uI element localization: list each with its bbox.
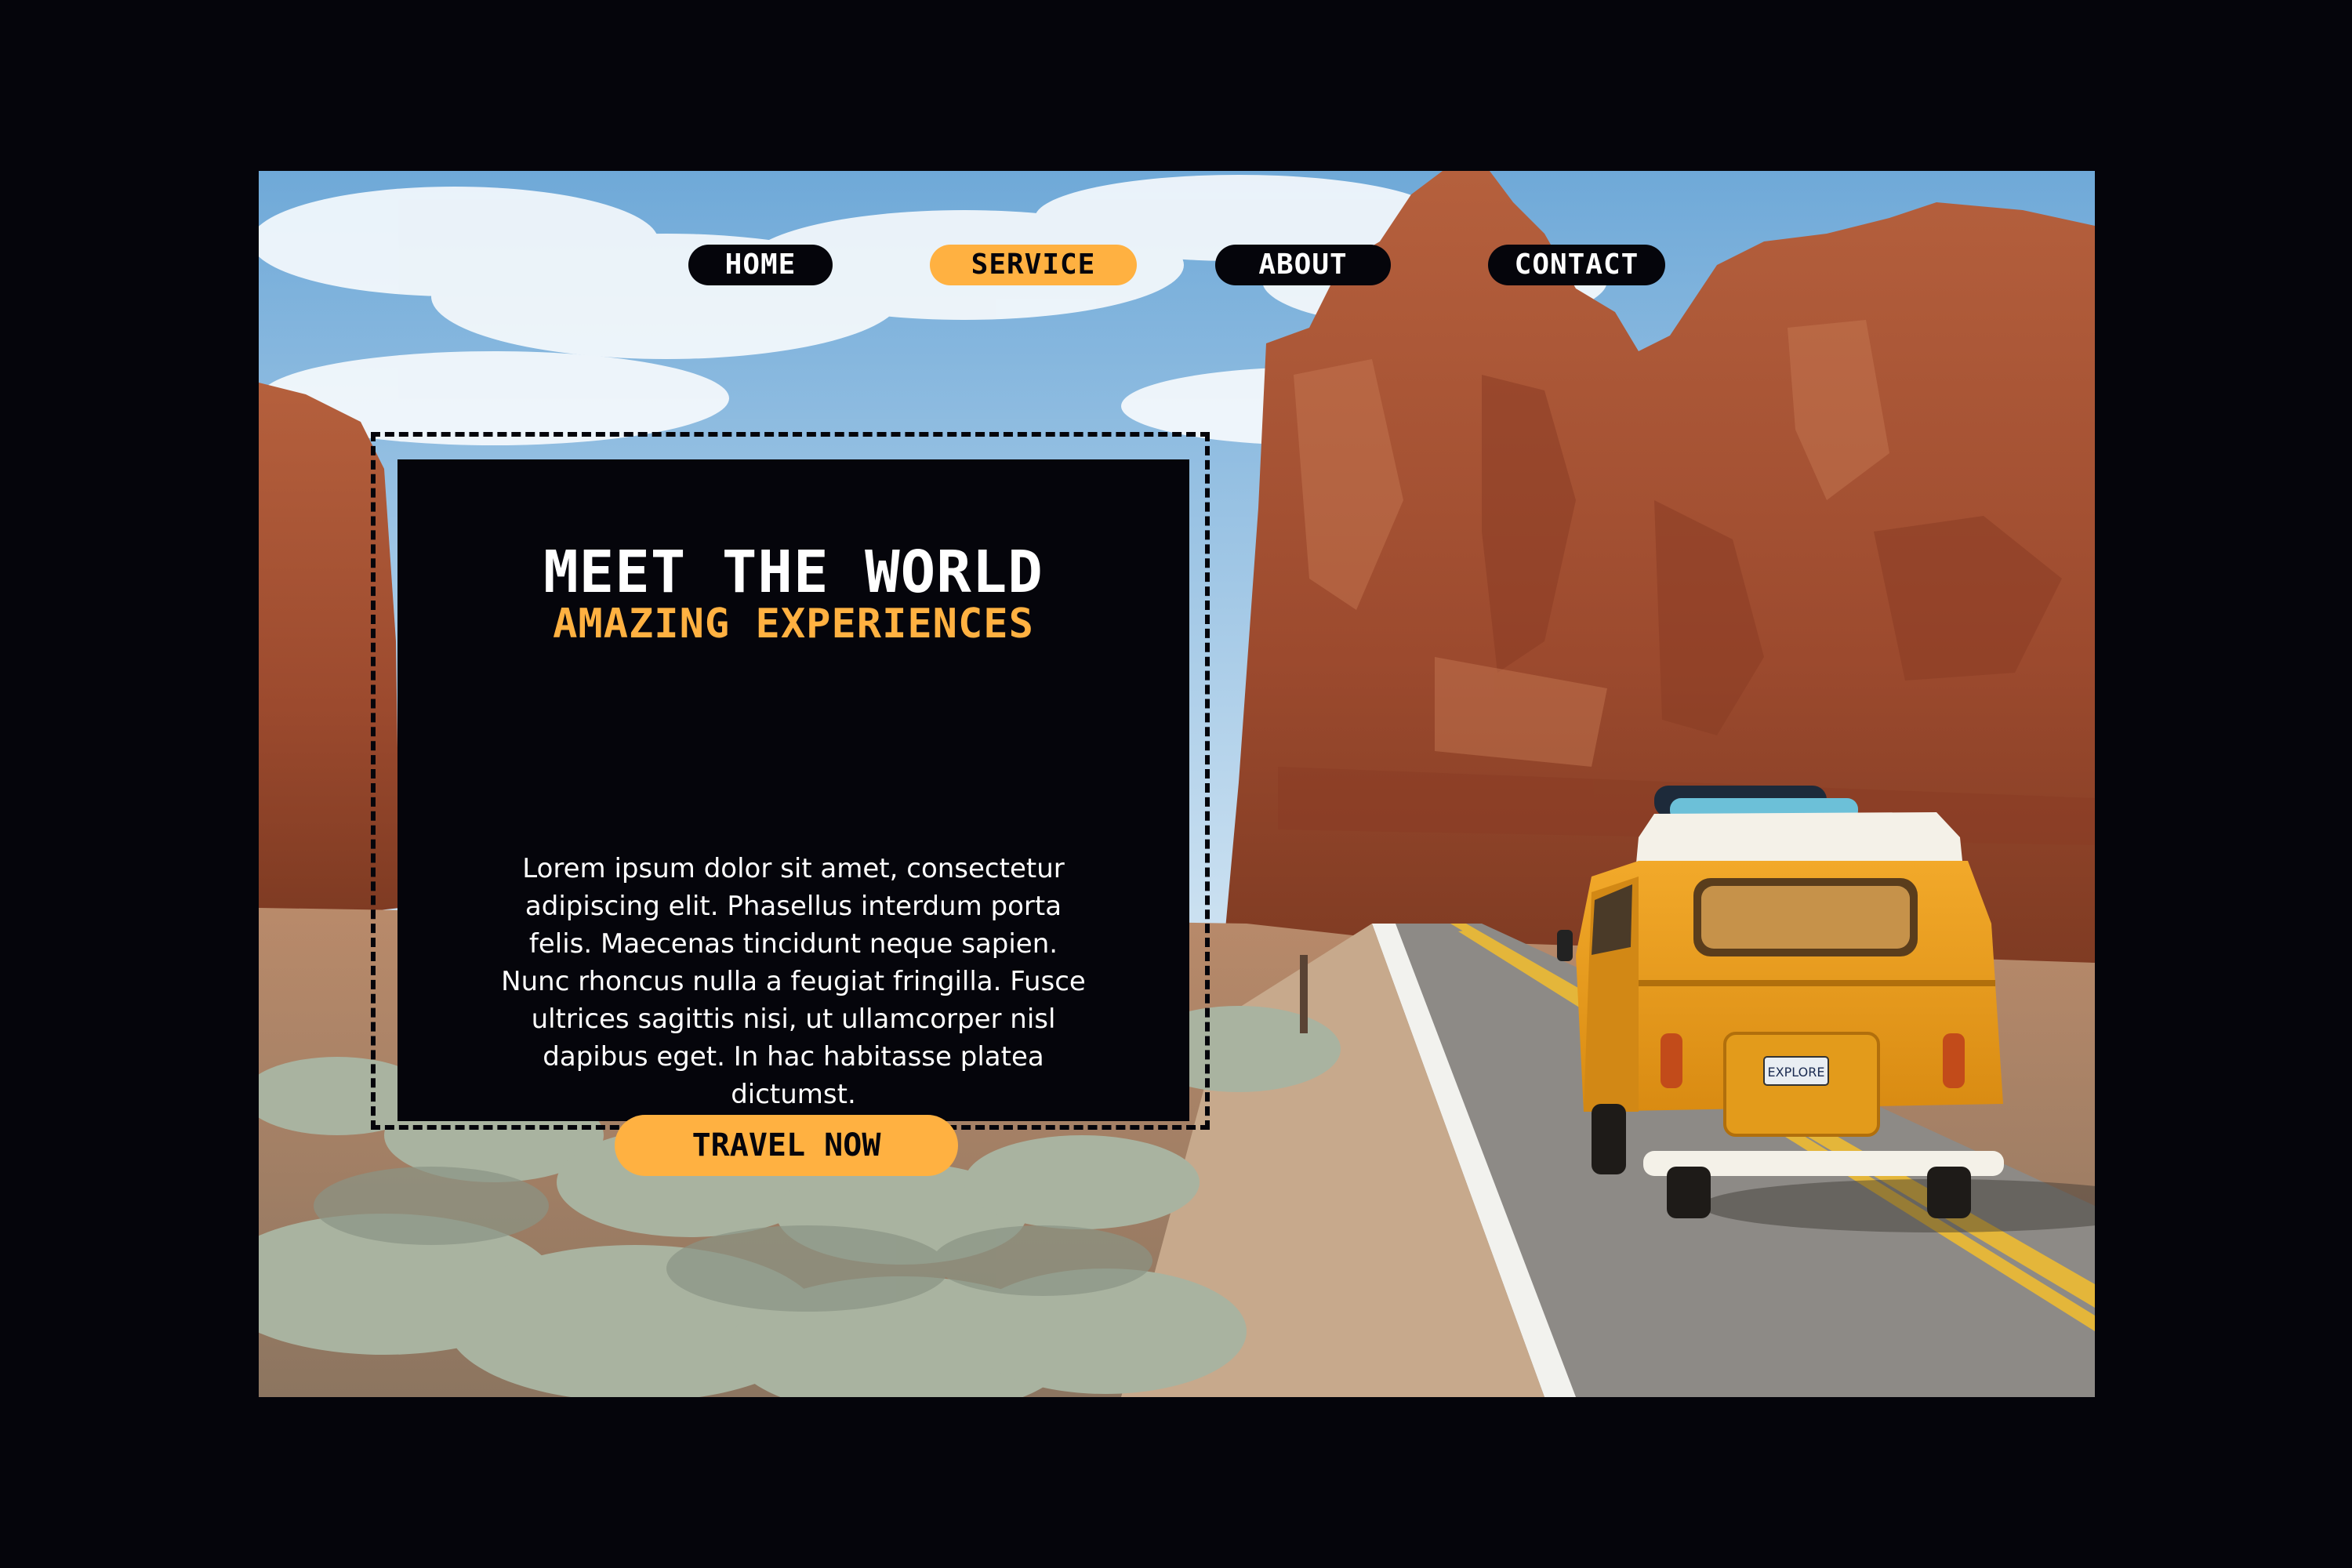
- nav-about[interactable]: ABOUT: [1215, 245, 1391, 285]
- hero-title: MEET THE WORLD: [543, 539, 1044, 606]
- hero-description: Lorem ipsum dolor sit amet, consectetur …: [501, 853, 1086, 1110]
- nav-home[interactable]: HOME: [688, 245, 833, 285]
- nav-contact[interactable]: CONTACT: [1488, 245, 1665, 285]
- hero-banner: EXPLORE HOME SERVICE ABOUT CONTACT MEET …: [259, 171, 2095, 1397]
- svg-text:EXPLORE: EXPLORE: [1768, 1065, 1825, 1080]
- hero-subtitle: AMAZING EXPERIENCES: [553, 601, 1034, 648]
- nav-service[interactable]: SERVICE: [930, 245, 1137, 285]
- travel-now-button[interactable]: TRAVEL NOW: [615, 1115, 958, 1176]
- hero-card: MEET THE WORLD AMAZING EXPERIENCES Lorem…: [397, 459, 1189, 1176]
- main-nav: HOME SERVICE ABOUT CONTACT: [259, 245, 2095, 285]
